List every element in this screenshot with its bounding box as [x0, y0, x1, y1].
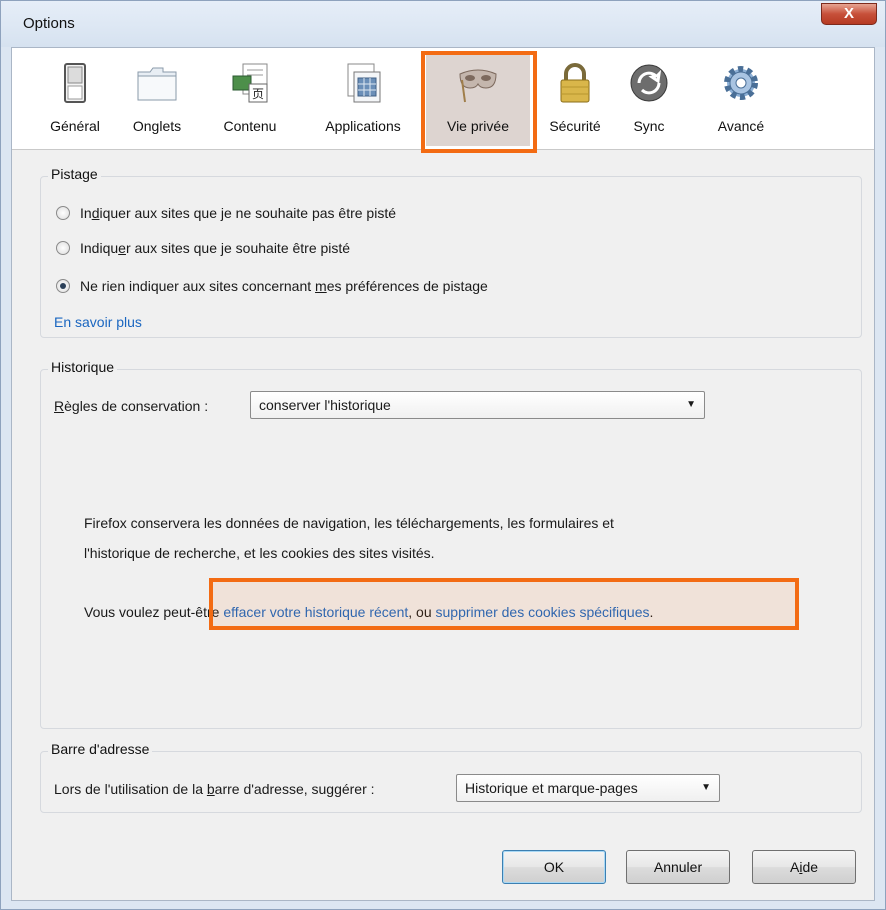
pane-general-label: Général: [50, 118, 100, 134]
pane-tabs-label: Onglets: [132, 118, 182, 134]
pane-applications[interactable]: Applications: [308, 52, 418, 146]
radio-button[interactable]: [56, 241, 70, 255]
pane-security[interactable]: Sécurité: [540, 52, 610, 146]
retention-rules-label: Règles de conservation :: [54, 398, 209, 414]
pane-advanced[interactable]: Avancé: [706, 52, 776, 146]
switch-icon: [64, 63, 86, 103]
history-description-line1: Firefox conservera les données de naviga…: [84, 515, 614, 531]
pane-advanced-label: Avancé: [717, 118, 765, 134]
sync-arrows-icon: [630, 64, 668, 102]
pane-sync[interactable]: Sync: [624, 52, 674, 146]
privacy-mask-icon: [459, 69, 497, 103]
history-group-title: Historique: [48, 359, 118, 375]
ok-button[interactable]: OK: [502, 850, 606, 884]
title-bar[interactable]: Options X: [1, 1, 885, 47]
gear-icon: [724, 66, 758, 100]
options-window: Options X Général Onglets 页 Contenu Appl…: [0, 0, 886, 910]
history-description-line2: l'historique de recherche, et les cookie…: [84, 545, 435, 561]
radio-button-checked[interactable]: [56, 279, 70, 293]
chevron-down-icon: ▼: [686, 399, 696, 410]
addressbar-group-title: Barre d'adresse: [48, 741, 153, 757]
close-icon: X: [843, 5, 854, 22]
addressbar-suggest-value: Historique et marque-pages: [465, 780, 638, 796]
tracking-option-do-not-track[interactable]: Indiquer aux sites que je ne souhaite pa…: [56, 202, 396, 224]
applications-icon: [347, 63, 381, 103]
option-label: Indiquer aux sites que je ne souhaite pa…: [80, 205, 397, 221]
content-page-icon: 页: [232, 63, 268, 103]
clear-history-link[interactable]: effacer votre historique récent: [223, 604, 408, 620]
retention-rules-select[interactable]: conserver l'historique ▼: [250, 391, 705, 419]
tracking-option-allow-tracking[interactable]: Indiquer aux sites que je souhaite être …: [56, 237, 350, 259]
tracking-option-no-preference[interactable]: Ne rien indiquer aux sites concernant me…: [56, 275, 488, 297]
radio-button[interactable]: [56, 206, 70, 220]
pane-content[interactable]: 页 Contenu: [208, 52, 292, 146]
history-suggestion: Vous voulez peut-être effacer votre hist…: [84, 604, 654, 620]
pane-content-label: Contenu: [223, 118, 277, 134]
pane-applications-label: Applications: [325, 118, 401, 134]
help-button[interactable]: Aide: [752, 850, 856, 884]
padlock-icon: [560, 63, 590, 103]
window-title: Options: [23, 15, 75, 32]
pane-toolbar: Général Onglets 页 Contenu Applications V…: [12, 48, 874, 150]
addressbar-suggest-label: Lors de l'utilisation de la barre d'adre…: [54, 781, 375, 797]
pane-privacy-label: Vie privée: [446, 118, 509, 134]
remove-cookies-link[interactable]: supprimer des cookies spécifiques: [436, 604, 650, 620]
svg-text:页: 页: [252, 87, 264, 101]
pane-privacy[interactable]: Vie privée: [426, 52, 530, 146]
retention-rules-value: conserver l'historique: [259, 397, 391, 413]
chevron-down-icon: ▼: [701, 782, 711, 793]
option-label: Ne rien indiquer aux sites concernant me…: [80, 278, 488, 294]
folder-tabs-icon: [137, 67, 177, 101]
pane-sync-label: Sync: [633, 118, 665, 134]
tracking-group-title: Pistage: [48, 166, 101, 182]
pane-tabs[interactable]: Onglets: [120, 52, 194, 146]
close-button[interactable]: X: [821, 3, 877, 25]
pane-security-label: Sécurité: [549, 118, 601, 134]
pane-general[interactable]: Général: [40, 52, 110, 146]
learn-more-link[interactable]: En savoir plus: [54, 314, 142, 330]
dialog-content: Général Onglets 页 Contenu Applications V…: [11, 47, 875, 901]
addressbar-suggest-select[interactable]: Historique et marque-pages ▼: [456, 774, 720, 802]
cancel-button[interactable]: Annuler: [626, 850, 730, 884]
option-label: Indiquer aux sites que je souhaite être …: [80, 240, 351, 256]
